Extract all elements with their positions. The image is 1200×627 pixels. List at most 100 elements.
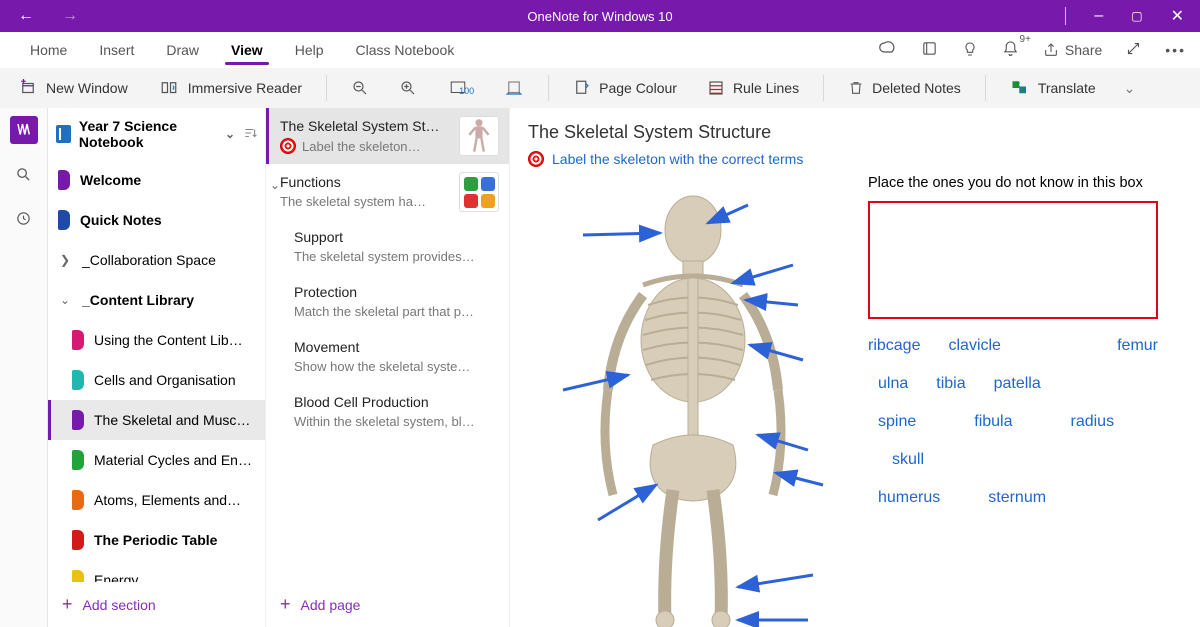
section-label: _Collaboration Space: [82, 252, 257, 268]
forward-arrow-icon[interactable]: →: [62, 8, 78, 24]
section-label: Using the Content Lib…: [94, 332, 257, 348]
notifications-icon[interactable]: 9+: [1002, 40, 1019, 61]
term-radius[interactable]: radius: [1071, 413, 1115, 431]
page-title: Protection: [294, 284, 495, 300]
unknown-terms-dropbox[interactable]: [868, 201, 1158, 319]
section-cells[interactable]: Cells and Organisation: [48, 360, 265, 400]
section-using-content-lib[interactable]: Using the Content Lib…: [48, 320, 265, 360]
section-color-icon: [72, 530, 84, 550]
section-atoms[interactable]: Atoms, Elements and…: [48, 480, 265, 520]
add-section-button[interactable]: + Add section: [48, 582, 265, 627]
rule-lines-label: Rule Lines: [733, 80, 799, 96]
translate-dropdown-icon[interactable]: ⌄: [1120, 76, 1142, 101]
section-color-icon: [58, 210, 70, 230]
meeting-icon[interactable]: [921, 40, 938, 60]
add-page-button[interactable]: + Add page: [266, 582, 509, 627]
section-color-icon: [72, 570, 84, 582]
section-group-content-library[interactable]: ⌄ _Content Library: [48, 280, 265, 320]
view-toolbar: New Window Immersive Reader 100 Page Col…: [0, 68, 1200, 108]
term-sternum[interactable]: sternum: [988, 489, 1046, 507]
term-clavicle[interactable]: clavicle: [948, 337, 1000, 355]
svg-text:A: A: [1021, 88, 1025, 94]
chevron-right-icon: ❯: [58, 253, 72, 267]
toolbar-sep4: [985, 75, 986, 101]
tab-insert[interactable]: Insert: [83, 32, 150, 68]
left-rail: [0, 108, 48, 627]
section-label: _Content Library: [82, 292, 257, 308]
section-label: Material Cycles and En…: [94, 452, 257, 468]
notebook-picker[interactable]: Year 7 Science Notebook ⌄: [48, 108, 265, 160]
back-arrow-icon[interactable]: ←: [18, 8, 34, 24]
term-tibia[interactable]: tibia: [936, 375, 965, 393]
term-femur[interactable]: femur: [1117, 337, 1158, 355]
fullscreen-icon[interactable]: [1126, 41, 1141, 59]
term-cloud: ribcage clavicle femur ulna tibia patell…: [868, 337, 1158, 507]
page-skeletal-structure[interactable]: The Skeletal System St… Label the skelet…: [266, 108, 509, 164]
page-colour-button[interactable]: Page Colour: [567, 75, 683, 101]
toolbar-sep2: [548, 75, 549, 101]
page-canvas[interactable]: The Skeletal System Structure Label the …: [510, 108, 1200, 627]
chevron-down-icon: ⌄: [58, 293, 72, 307]
section-color-icon: [58, 170, 70, 190]
tab-view[interactable]: View: [215, 32, 279, 68]
minimize-icon[interactable]: –: [1094, 7, 1103, 25]
term-ulna[interactable]: ulna: [878, 375, 908, 393]
term-spine[interactable]: spine: [878, 413, 916, 431]
tab-class-notebook[interactable]: Class Notebook: [340, 32, 471, 68]
sync-icon[interactable]: [879, 40, 897, 61]
section-label: Cells and Organisation: [94, 372, 257, 388]
more-icon[interactable]: •••: [1165, 42, 1186, 58]
tab-home[interactable]: Home: [14, 32, 83, 68]
new-window-button[interactable]: New Window: [12, 75, 134, 101]
section-welcome[interactable]: Welcome: [48, 160, 265, 200]
term-skull[interactable]: skull: [892, 451, 924, 469]
answer-panel: Place the ones you do not know in this b…: [868, 175, 1182, 615]
term-fibula[interactable]: fibula: [974, 413, 1012, 431]
notebooks-icon[interactable]: [10, 116, 38, 144]
term-patella[interactable]: patella: [994, 375, 1041, 393]
tab-help[interactable]: Help: [279, 32, 340, 68]
section-label: Welcome: [80, 172, 257, 188]
close-icon[interactable]: ✕: [1171, 6, 1184, 26]
toolbar-sep1: [326, 75, 327, 101]
zoom-100-button[interactable]: 100: [441, 75, 480, 101]
new-window-label: New Window: [46, 80, 128, 96]
immersive-reader-button[interactable]: Immersive Reader: [152, 75, 308, 101]
term-ribcage[interactable]: ribcage: [868, 337, 920, 355]
page-subtitle: The skeletal system provides…: [294, 249, 495, 264]
add-section-label: Add section: [83, 597, 156, 613]
section-periodic-table[interactable]: The Periodic Table: [48, 520, 265, 560]
page-movement[interactable]: Movement Show how the skeletal syste…: [266, 329, 509, 384]
rule-lines-button[interactable]: Rule Lines: [701, 75, 805, 101]
page-blood-cell[interactable]: Blood Cell Production Within the skeleta…: [266, 384, 509, 439]
target-icon: [528, 151, 544, 167]
page-functions[interactable]: ⌄ Functions The skeletal system ha…: [266, 164, 509, 219]
section-energy[interactable]: Energy: [48, 560, 265, 582]
section-group-collab[interactable]: ❯ _Collaboration Space: [48, 240, 265, 280]
ribbon-tabs: Home Insert Draw View Help Class Noteboo…: [0, 32, 1200, 68]
maximize-icon[interactable]: ▢: [1131, 9, 1142, 23]
zoom-out-button[interactable]: [345, 75, 375, 101]
translate-button[interactable]: 文A Translate: [1004, 75, 1102, 101]
recent-icon[interactable]: [10, 204, 38, 232]
share-button[interactable]: Share: [1043, 42, 1102, 58]
tab-draw[interactable]: Draw: [150, 32, 215, 68]
page-colour-label: Page Colour: [599, 80, 677, 96]
plus-icon: +: [62, 594, 73, 615]
section-material-cycles[interactable]: Material Cycles and En…: [48, 440, 265, 480]
add-page-label: Add page: [301, 597, 361, 613]
page-width-button[interactable]: [498, 75, 530, 101]
section-skeletal[interactable]: The Skeletal and Musc…: [48, 400, 265, 440]
notebook-icon: [56, 125, 71, 143]
deleted-notes-button[interactable]: Deleted Notes: [842, 75, 967, 101]
section-quick-notes[interactable]: Quick Notes: [48, 200, 265, 240]
sort-icon[interactable]: [243, 126, 257, 143]
term-humerus[interactable]: humerus: [878, 489, 940, 507]
page-support[interactable]: Support The skeletal system provides…: [266, 219, 509, 274]
deleted-notes-label: Deleted Notes: [872, 80, 961, 96]
page-subtitle: Label the skeleton…: [302, 139, 421, 154]
tips-icon[interactable]: [962, 40, 978, 61]
page-protection[interactable]: Protection Match the skeletal part that …: [266, 274, 509, 329]
zoom-in-button[interactable]: [393, 75, 423, 101]
search-icon[interactable]: [10, 160, 38, 188]
